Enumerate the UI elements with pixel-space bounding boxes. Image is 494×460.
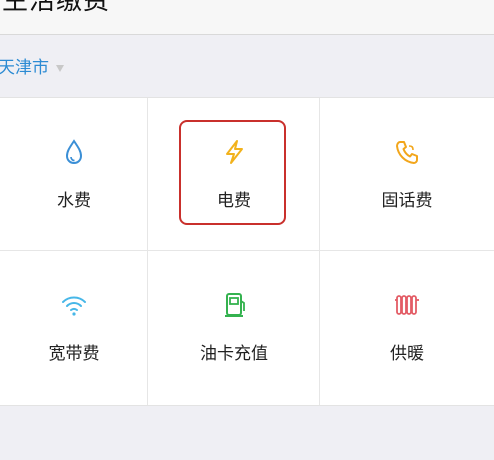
service-label: 油卡充值 (200, 344, 268, 364)
phone-icon (396, 141, 418, 164)
city-selector[interactable]: 天津市 (0, 53, 64, 78)
gas-pump-icon (225, 293, 245, 317)
service-label: 供暖 (390, 344, 424, 364)
wifi-icon (62, 296, 86, 316)
city-name: 天津市 (0, 58, 49, 78)
radiator-icon (395, 295, 419, 315)
service-electricity[interactable]: 电费 (148, 98, 320, 250)
service-heating[interactable]: 供暖 (320, 251, 494, 403)
service-label: 水费 (57, 191, 91, 211)
more-dots-icon[interactable]: ··· (451, 0, 472, 11)
lightning-icon (226, 140, 243, 164)
city-selector-bar: 天津市 (0, 35, 494, 97)
service-label: 宽带费 (48, 344, 100, 364)
service-broadband[interactable]: 宽带费 (0, 251, 148, 403)
water-drop-icon (65, 139, 83, 165)
service-water[interactable]: 水费 (0, 98, 148, 250)
service-label: 固话费 (381, 191, 433, 211)
header-bar: ‹ 生活缴费 ··· (0, 0, 494, 35)
service-label: 电费 (217, 191, 251, 211)
caret-down-icon (56, 65, 64, 72)
page-title: 生活缴费 (2, 0, 111, 16)
service-landline[interactable]: 固话费 (320, 98, 494, 250)
service-grid: 水费 电费 固话费 宽带费 油卡充值 供暖 (0, 97, 494, 406)
service-fuel-card[interactable]: 油卡充值 (148, 251, 320, 403)
